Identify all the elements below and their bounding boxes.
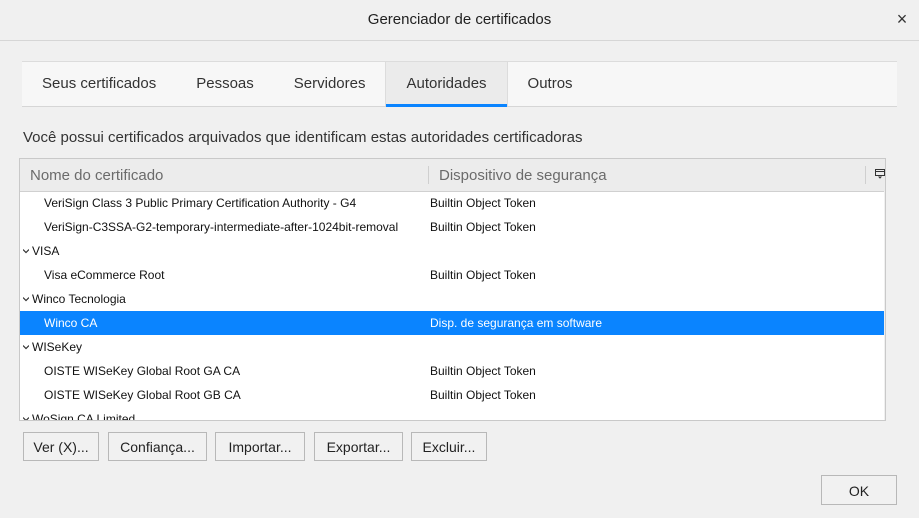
- tree-row[interactable]: OISTE WISeKey Global Root GB CA Builtin …: [20, 383, 884, 407]
- certificate-name: VeriSign-C3SSA-G2-temporary-intermediate…: [44, 220, 399, 234]
- security-device: Disp. de segurança em software: [430, 316, 603, 330]
- tab-others[interactable]: Outros: [508, 62, 593, 106]
- column-separator[interactable]: [865, 166, 866, 184]
- security-device: Builtin Object Token: [430, 388, 536, 402]
- certificate-name: OISTE WISeKey Global Root GA CA: [44, 364, 241, 378]
- security-device: Builtin Object Token: [430, 364, 536, 378]
- tab-servers[interactable]: Servidores: [274, 62, 386, 106]
- tree-group-row[interactable]: Winco Tecnologia: [20, 287, 884, 311]
- column-picker-icon[interactable]: [875, 169, 885, 179]
- close-button[interactable]: ×: [891, 8, 913, 30]
- tree-group-row[interactable]: WoSign CA Limited: [20, 407, 884, 420]
- chevron-down-icon[interactable]: [23, 248, 29, 254]
- certificate-name: Winco CA: [44, 316, 98, 330]
- certificate-name: OISTE WISeKey Global Root GB CA: [44, 388, 241, 402]
- tab-bar: Seus certificados Pessoas Servidores Aut…: [22, 61, 897, 107]
- chevron-down-icon[interactable]: [23, 416, 29, 420]
- title-bar: Gerenciador de certificados ×: [0, 0, 919, 41]
- delete-button[interactable]: Excluir...: [411, 432, 487, 461]
- column-header-security-device[interactable]: Dispositivo de segurança: [439, 159, 607, 191]
- close-icon: ×: [896, 9, 908, 29]
- tab-people[interactable]: Pessoas: [176, 62, 274, 106]
- scroll-down-button[interactable]: [884, 403, 885, 420]
- organization-name: WISeKey: [32, 340, 83, 354]
- security-device: Builtin Object Token: [430, 196, 536, 210]
- security-device: Builtin Object Token: [430, 220, 536, 234]
- column-header-certificate-name[interactable]: Nome do certificado: [30, 159, 163, 191]
- certificate-name: VeriSign Class 3 Public Primary Certific…: [44, 196, 357, 210]
- export-button[interactable]: Exportar...: [314, 432, 403, 461]
- import-button[interactable]: Importar...: [215, 432, 305, 461]
- view-button[interactable]: Ver (X)...: [23, 432, 99, 461]
- tree-group-row[interactable]: WISeKey: [20, 335, 884, 359]
- scroll-up-button[interactable]: [884, 191, 885, 208]
- tree-header: Nome do certificado Dispositivo de segur…: [20, 159, 885, 192]
- organization-name: VISA: [32, 244, 60, 258]
- ok-button[interactable]: OK: [821, 475, 897, 505]
- certificate-tree[interactable]: Nome do certificado Dispositivo de segur…: [19, 158, 886, 421]
- tree-row-selected[interactable]: Winco CA Disp. de segurança em software: [20, 311, 884, 335]
- tree-row[interactable]: OISTE WISeKey Global Root GA CA Builtin …: [20, 359, 884, 383]
- organization-name: Winco Tecnologia: [32, 292, 126, 306]
- authorities-description: Você possui certificados arquivados que …: [23, 129, 583, 146]
- chevron-down-icon[interactable]: [23, 296, 29, 302]
- security-device: Builtin Object Token: [430, 268, 536, 282]
- tab-authorities[interactable]: Autoridades: [385, 62, 508, 107]
- tree-body: VeriSign Class 3 Public Primary Certific…: [20, 191, 884, 420]
- certificate-name: Visa eCommerce Root: [44, 268, 165, 282]
- tree-row[interactable]: VeriSign-C3SSA-G2-temporary-intermediate…: [20, 215, 884, 239]
- organization-name: WoSign CA Limited: [32, 412, 136, 420]
- tree-row[interactable]: Visa eCommerce Root Builtin Object Token: [20, 263, 884, 287]
- chevron-down-icon[interactable]: [23, 344, 29, 350]
- vertical-scrollbar[interactable]: [884, 191, 885, 420]
- tab-your-certificates[interactable]: Seus certificados: [22, 62, 176, 106]
- tree-group-row[interactable]: VISA: [20, 239, 884, 263]
- window-title: Gerenciador de certificados: [367, 11, 552, 28]
- tree-row[interactable]: VeriSign Class 3 Public Primary Certific…: [20, 191, 884, 215]
- column-separator[interactable]: [428, 166, 429, 184]
- trust-button[interactable]: Confiança...: [108, 432, 207, 461]
